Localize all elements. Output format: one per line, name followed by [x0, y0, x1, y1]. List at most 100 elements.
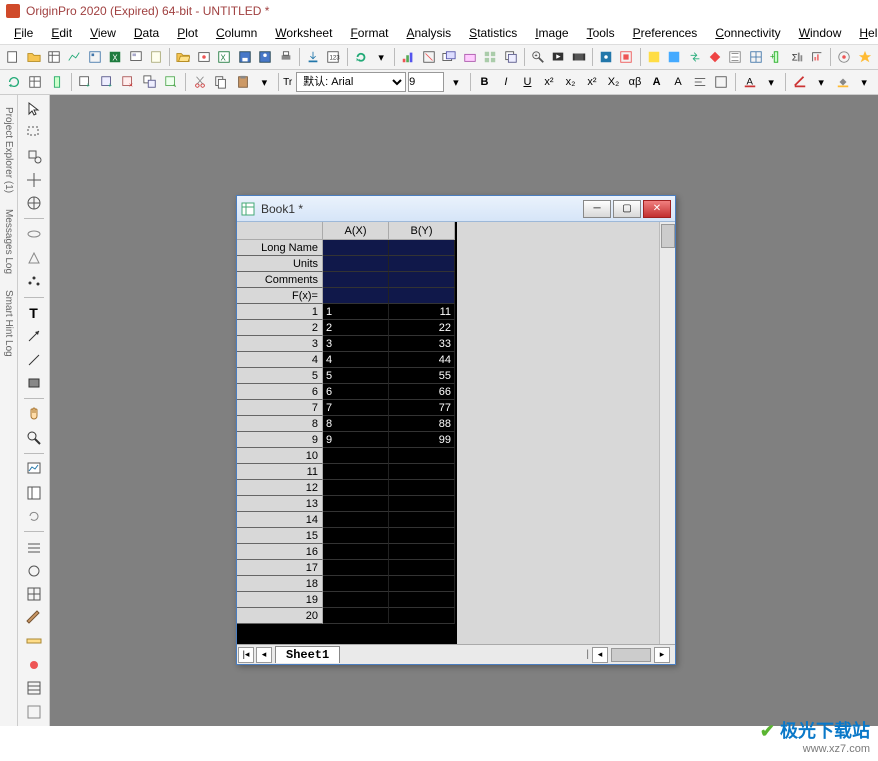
row-label[interactable]: Long Name [237, 240, 323, 256]
cell[interactable] [389, 464, 455, 480]
row-number[interactable]: 19 [237, 592, 323, 608]
merge-icon[interactable] [481, 47, 499, 67]
cell[interactable] [323, 512, 389, 528]
stats-icon[interactable]: Σ [788, 47, 806, 67]
subscript-icon[interactable]: x₂ [561, 72, 581, 92]
row-number[interactable]: 7 [237, 400, 323, 416]
video-icon[interactable] [570, 47, 588, 67]
cell[interactable]: 8 [323, 416, 389, 432]
cell[interactable] [323, 496, 389, 512]
save-icon[interactable] [236, 47, 254, 67]
column-icon[interactable] [47, 72, 67, 92]
row-number[interactable]: 16 [237, 544, 323, 560]
rescale-icon[interactable] [420, 47, 438, 67]
font-size-input[interactable] [408, 72, 444, 92]
cell[interactable] [323, 592, 389, 608]
cell[interactable] [323, 480, 389, 496]
mathematica-icon[interactable] [706, 47, 724, 67]
refresh-icon[interactable] [4, 72, 24, 92]
pan-zoom-icon[interactable] [23, 146, 45, 166]
import-ascii-icon[interactable]: 123 [324, 47, 342, 67]
sheet-tab[interactable]: Sheet1 [275, 646, 340, 663]
cell[interactable] [389, 528, 455, 544]
data-selector-icon[interactable] [23, 224, 45, 244]
app-center-icon[interactable] [856, 47, 874, 67]
cell[interactable]: 1 [323, 304, 389, 320]
menu-image[interactable]: Image [527, 24, 576, 42]
save-template-icon[interactable] [256, 47, 274, 67]
new-workbook-icon[interactable] [45, 47, 63, 67]
dropdown-icon[interactable]: ▾ [255, 72, 275, 92]
hscroll-track[interactable] [611, 648, 651, 662]
new-project-icon[interactable] [4, 47, 22, 67]
corner-cell[interactable] [237, 222, 323, 240]
import-wizard-icon[interactable] [304, 47, 322, 67]
menu-statistics[interactable]: Statistics [461, 24, 525, 42]
greek-icon[interactable]: αβ [625, 72, 645, 92]
menu-tools[interactable]: Tools [579, 24, 623, 42]
add-plot-icon[interactable] [399, 47, 417, 67]
superscript-icon[interactable]: x² [539, 72, 559, 92]
add-layer-icon[interactable] [440, 47, 458, 67]
row-number[interactable]: 1 [237, 304, 323, 320]
hand-tool-icon[interactable] [23, 404, 45, 424]
menu-preferences[interactable]: Preferences [625, 24, 706, 42]
table-add2-icon[interactable]: + [97, 72, 117, 92]
cell[interactable]: 7 [323, 400, 389, 416]
draw-data-icon[interactable] [23, 271, 45, 291]
marker-icon[interactable] [23, 655, 45, 675]
grid-icon[interactable] [747, 47, 765, 67]
cell[interactable] [389, 480, 455, 496]
header-cell[interactable] [389, 272, 455, 288]
slideshow-icon[interactable] [549, 47, 567, 67]
tab-project-explorer[interactable]: Project Explorer (1) [3, 107, 14, 193]
menu-worksheet[interactable]: Worksheet [267, 24, 340, 42]
table-dup-icon[interactable] [140, 72, 160, 92]
tab-nav-prev[interactable]: ◂ [256, 647, 272, 663]
r-icon[interactable] [726, 47, 744, 67]
menu-plot[interactable]: Plot [169, 24, 206, 42]
font-name-select[interactable]: 默认: Arial [296, 72, 406, 92]
hscroll-right[interactable]: ▸ [654, 647, 670, 663]
labtalk-icon[interactable] [665, 47, 683, 67]
menu-connectivity[interactable]: Connectivity [707, 24, 788, 42]
cell[interactable] [323, 528, 389, 544]
menu-column[interactable]: Column [208, 24, 265, 42]
new-graph-icon[interactable] [65, 47, 83, 67]
header-cell[interactable] [323, 272, 389, 288]
cell[interactable]: 3 [323, 336, 389, 352]
menu-analysis[interactable]: Analysis [398, 24, 459, 42]
row-number[interactable]: 13 [237, 496, 323, 512]
cell[interactable] [389, 560, 455, 576]
header-cell[interactable] [323, 240, 389, 256]
cell[interactable] [389, 592, 455, 608]
cell[interactable]: 11 [389, 304, 455, 320]
lines-icon[interactable] [23, 537, 45, 557]
insert-worksheet-icon[interactable] [23, 482, 45, 502]
print-icon[interactable] [276, 47, 294, 67]
row-number[interactable]: 18 [237, 576, 323, 592]
table-icon[interactable] [23, 678, 45, 698]
maximize-button[interactable]: ▢ [613, 200, 641, 218]
cell[interactable] [389, 512, 455, 528]
header-cell[interactable] [323, 256, 389, 272]
cell[interactable] [323, 544, 389, 560]
batch-icon[interactable]: ▾ [372, 47, 390, 67]
menu-view[interactable]: View [82, 24, 124, 42]
cell[interactable] [323, 608, 389, 624]
python-icon[interactable] [645, 47, 663, 67]
book-titlebar[interactable]: Book1 * ─ ▢ ✕ [237, 196, 675, 222]
subsuper-icon[interactable]: X₂ [604, 72, 624, 92]
table-add-icon[interactable]: + [76, 72, 96, 92]
cell[interactable] [389, 448, 455, 464]
vertical-scrollbar[interactable] [659, 222, 675, 644]
ruler-icon[interactable] [23, 631, 45, 651]
align-icon[interactable] [690, 72, 710, 92]
row-number[interactable]: 14 [237, 512, 323, 528]
zoom-tool-icon[interactable] [23, 428, 45, 448]
rect-tool-icon[interactable] [23, 373, 45, 393]
col-header-a[interactable]: A(X) [323, 222, 389, 240]
dropdown-icon[interactable]: ▾ [761, 72, 781, 92]
cell[interactable] [389, 544, 455, 560]
menu-format[interactable]: Format [342, 24, 396, 42]
